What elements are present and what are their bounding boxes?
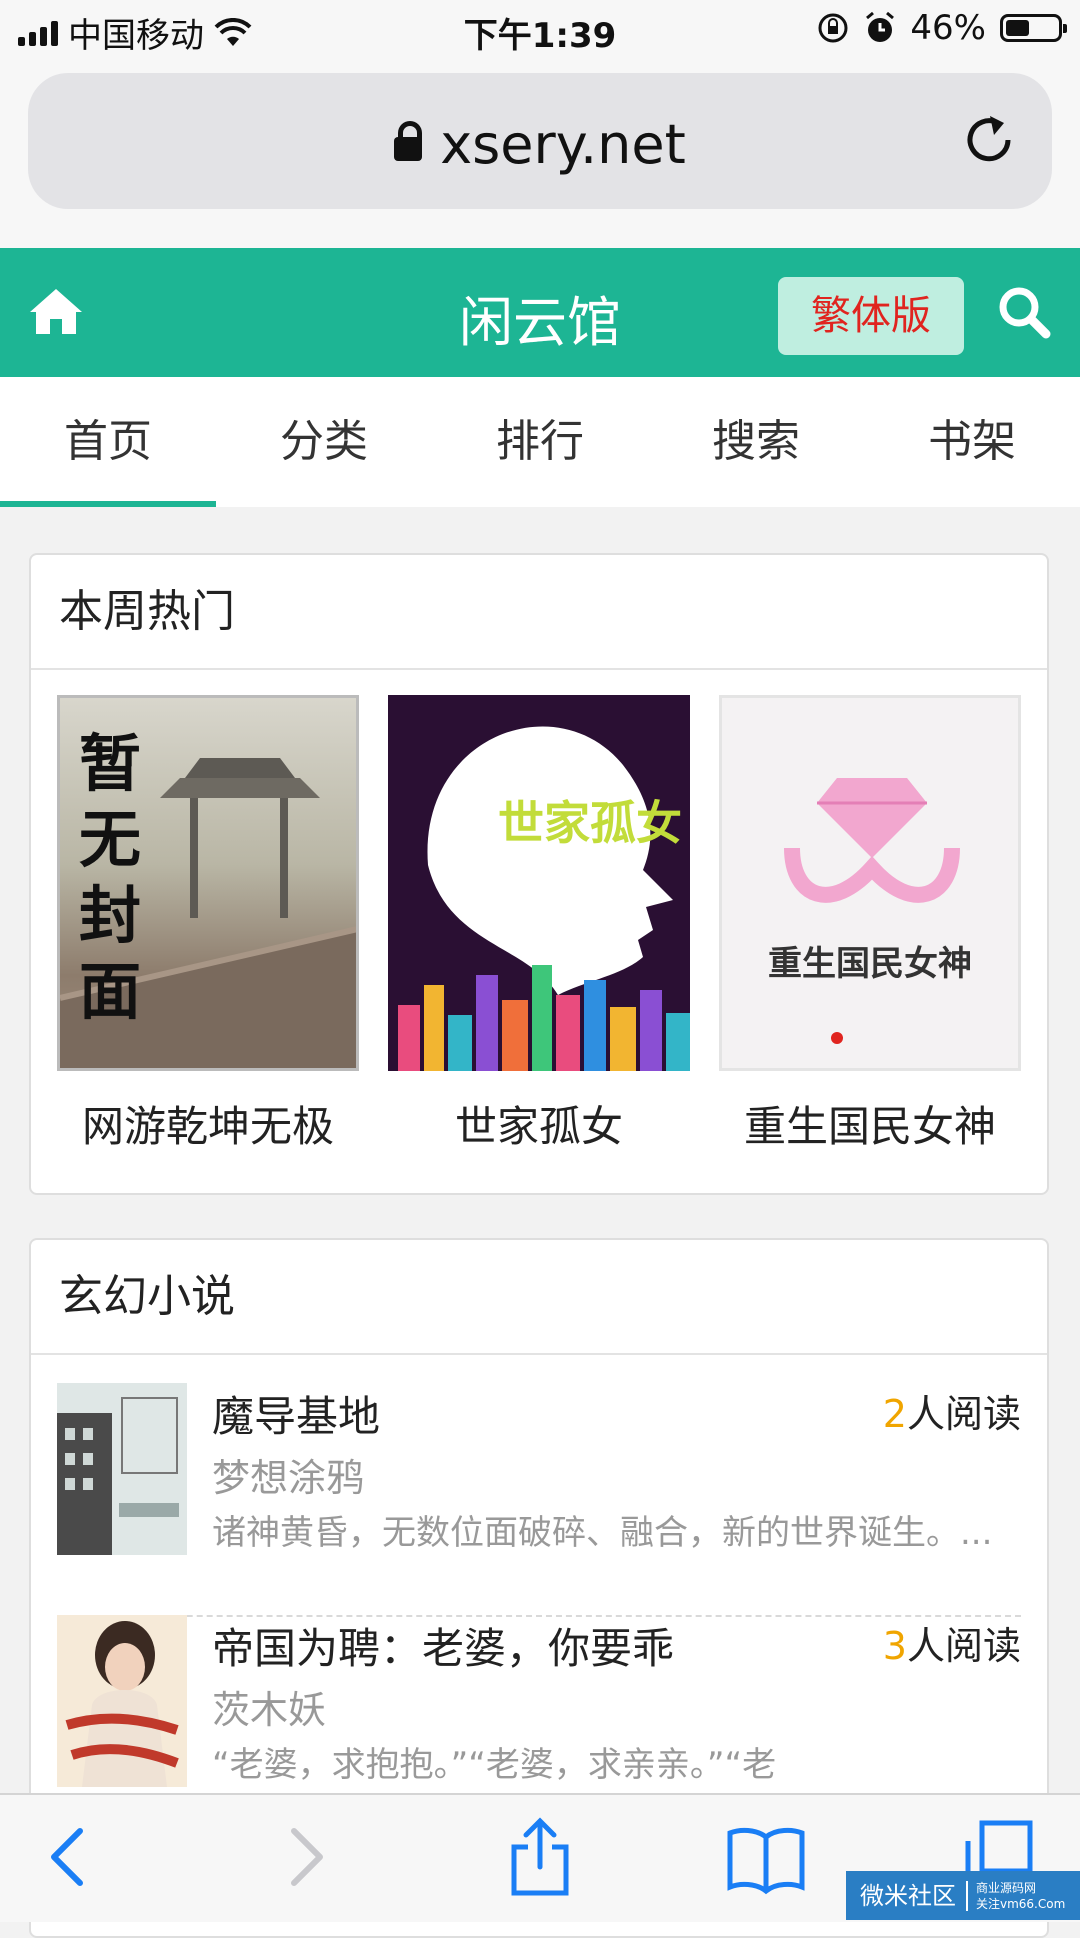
xuanhuan-heading: 玄幻小说 xyxy=(31,1240,1047,1355)
read-count-suffix: 人阅读 xyxy=(906,1624,1021,1668)
reload-icon[interactable] xyxy=(960,111,1018,169)
tab-ranking[interactable]: 排行 xyxy=(432,377,648,507)
hot-book-item[interactable]: 世家孤女 世家孤女 xyxy=(388,695,690,1154)
share-icon[interactable] xyxy=(500,1817,580,1897)
cover-text: 重生国民女神 xyxy=(768,944,972,984)
bookmarks-icon[interactable] xyxy=(726,1817,806,1897)
forward-icon[interactable] xyxy=(264,1817,344,1897)
diamond-ring-icon xyxy=(784,778,960,1044)
battery-icon xyxy=(1000,14,1067,42)
back-icon[interactable] xyxy=(30,1817,110,1897)
url-text: xsery.net xyxy=(440,113,686,176)
book-cover[interactable] xyxy=(57,1383,187,1555)
book-description: 诸神黄昏，无数位面破碎、融合，新的世界诞生。... xyxy=(212,1513,993,1553)
book-author: 梦想涂鸦 xyxy=(212,1456,365,1500)
tab-home[interactable]: 首页 xyxy=(0,377,216,507)
read-count: 2人阅读 xyxy=(883,1383,1021,1438)
read-count-number: 2 xyxy=(882,1392,907,1436)
watermark-sub-text: 商业源码网 关注vm66.Com xyxy=(968,1880,1065,1912)
hot-book-list: 暂无封面 网游乾坤无极 世家孤女 世家孤女 重生国民女神 重生国民女神 xyxy=(57,695,1021,1154)
hot-book-title[interactable]: 网游乾坤无极 xyxy=(57,1093,359,1154)
lock-icon xyxy=(394,121,423,161)
search-icon[interactable] xyxy=(996,284,1052,340)
cover-text: 世家孤女 xyxy=(498,796,682,850)
traditional-chinese-button[interactable]: 繁体版 xyxy=(778,277,964,355)
browser-url-area: xsery.net xyxy=(0,60,1080,248)
read-count-suffix: 人阅读 xyxy=(906,1392,1021,1436)
hot-weekly-panel: 本周热门 暂无封面 网游乾坤无极 世家孤女 世家孤女 重生国民女神 重生国民女神 xyxy=(29,553,1049,1195)
alarm-icon xyxy=(866,11,895,42)
cover-text: 暂无封面 xyxy=(78,727,141,1028)
url-bar[interactable]: xsery.net xyxy=(28,73,1052,209)
book-cover[interactable]: 暂无封面 xyxy=(57,695,359,1071)
book-cover[interactable]: 重生国民女神 xyxy=(719,695,1021,1071)
book-description: “老婆，求抱抱。”“老婆，求亲亲。”“老 xyxy=(212,1745,777,1785)
book-author: 茨木妖 xyxy=(212,1688,327,1732)
watermark-sub-line-2: 关注vm66.Com xyxy=(976,1896,1066,1911)
nav-tabs: 首页 分类 排行 搜索 书架 xyxy=(0,377,1080,507)
read-count-number: 3 xyxy=(882,1624,907,1668)
hot-weekly-heading: 本周热门 xyxy=(31,555,1047,670)
book-title[interactable]: 帝国为聘：老婆，你要乖 xyxy=(212,1615,674,1676)
book-list-item[interactable]: 魔导基地 2人阅读 梦想涂鸦 诸神黄昏，无数位面破碎、融合，新的世界诞生。... xyxy=(57,1383,1021,1617)
book-cover[interactable]: 世家孤女 xyxy=(388,695,690,1071)
silhouette-illustration xyxy=(398,726,690,1071)
site-header: 闲云馆 繁体版 xyxy=(0,248,1080,377)
watermark-main-text: 微米社区 xyxy=(846,1880,968,1911)
status-bar: 中国移动 下午1:39 46% xyxy=(0,0,1080,60)
hot-book-item[interactable]: 重生国民女神 重生国民女神 xyxy=(719,695,1021,1154)
book-cover[interactable] xyxy=(57,1615,187,1787)
tab-search[interactable]: 搜索 xyxy=(648,377,864,507)
hot-book-item[interactable]: 暂无封面 网游乾坤无极 xyxy=(57,695,359,1154)
rotation-lock-icon xyxy=(818,13,848,43)
book-title[interactable]: 魔导基地 xyxy=(212,1383,380,1444)
battery-percent: 46% xyxy=(910,8,986,48)
read-count: 3人阅读 xyxy=(883,1615,1021,1670)
hot-book-title[interactable]: 重生国民女神 xyxy=(719,1093,1021,1154)
status-right: 46% xyxy=(816,8,1067,48)
url-display[interactable]: xsery.net xyxy=(28,113,1052,176)
tab-category[interactable]: 分类 xyxy=(216,377,432,507)
watermark-badge: 微米社区 商业源码网 关注vm66.Com xyxy=(846,1871,1080,1920)
tab-bookshelf[interactable]: 书架 xyxy=(864,377,1080,507)
hot-book-title[interactable]: 世家孤女 xyxy=(388,1093,690,1154)
watermark-sub-line-1: 商业源码网 xyxy=(976,1880,1037,1895)
